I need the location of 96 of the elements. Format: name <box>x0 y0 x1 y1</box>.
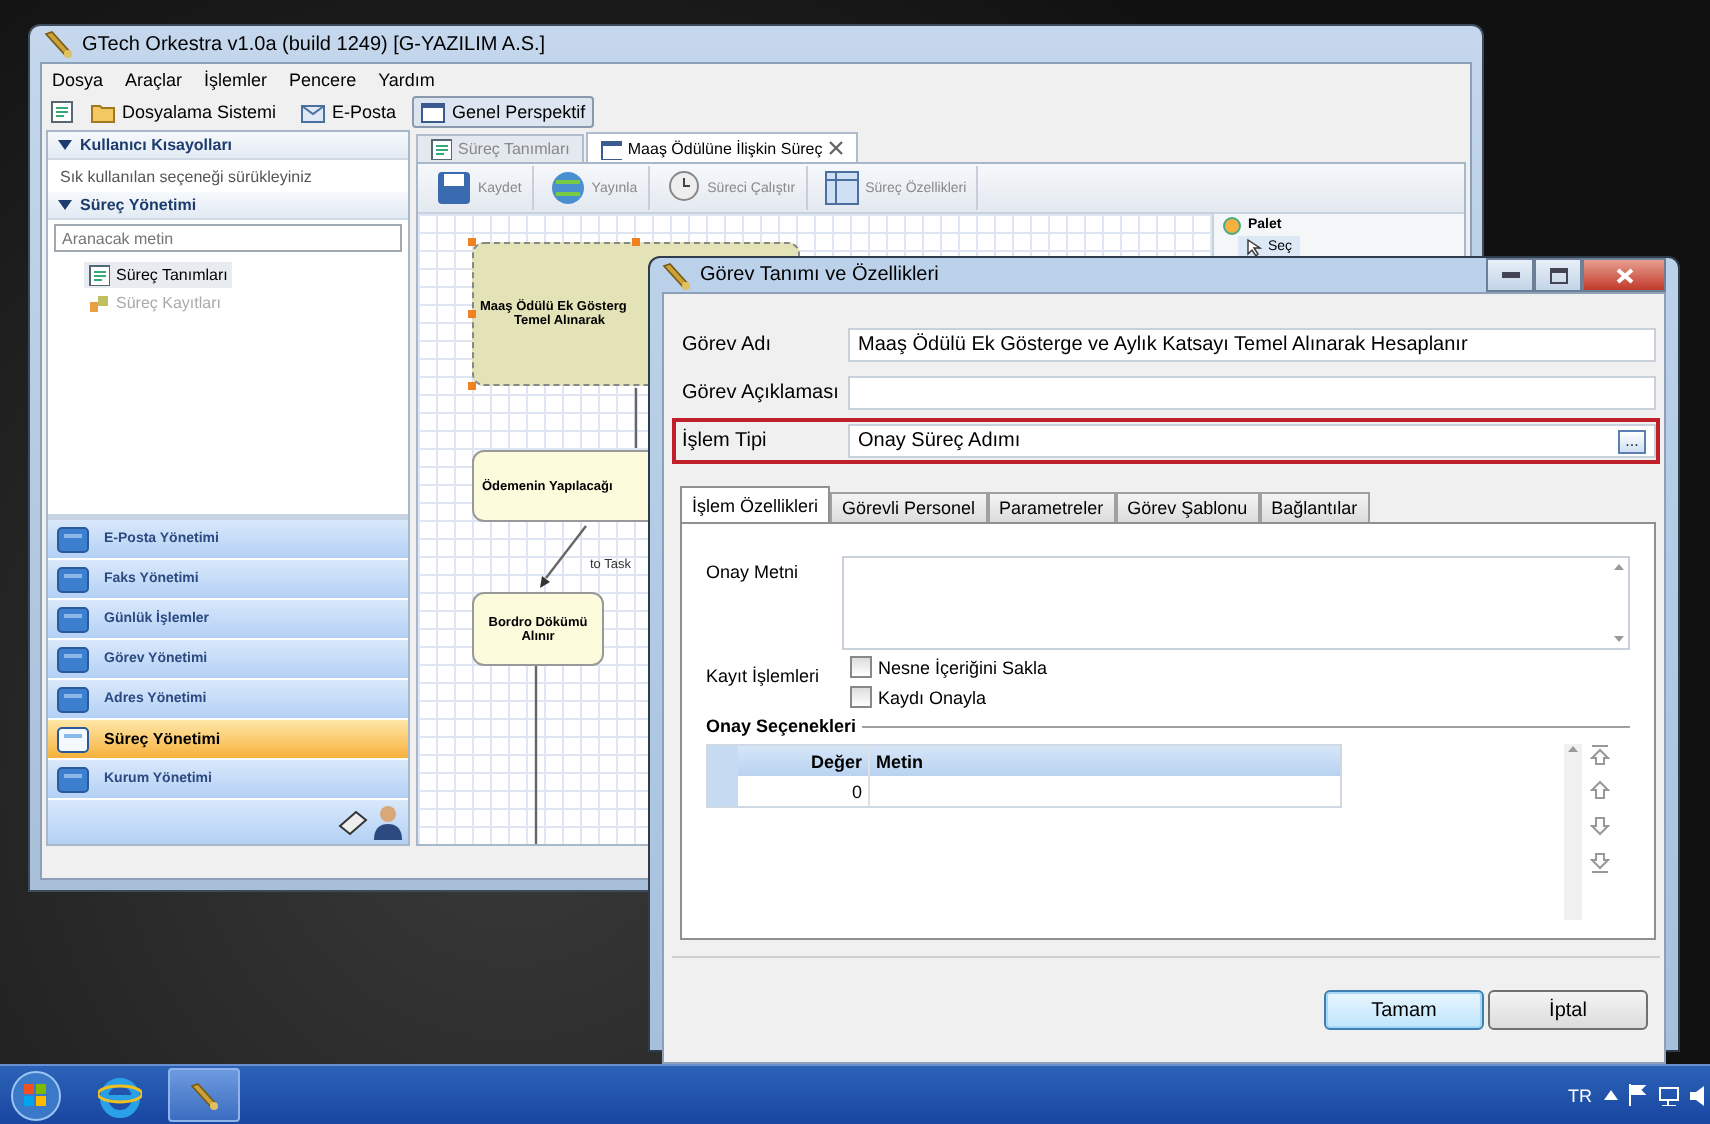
hint-text: Sık kullanılan seçeneği sürükleyiniz <box>58 166 314 190</box>
move-up-icon[interactable] <box>1590 780 1610 802</box>
horn-icon <box>190 1081 218 1109</box>
window-title: GTech Orkestra v1.0a (build 1249) [G-YAZILIM A.S.] <box>82 33 546 55</box>
up-arrow-icon[interactable] <box>1604 1090 1618 1100</box>
menu-item[interactable]: Pencere <box>289 69 357 89</box>
nav-bar-item[interactable]: Süreç Yönetimi <box>48 720 408 760</box>
windows-logo-icon <box>10 1069 62 1121</box>
checkbox[interactable]: Nesne İçeriğini Sakla <box>850 656 1048 678</box>
table-icon <box>823 170 860 206</box>
field-label: Görev Açıklaması <box>680 382 841 404</box>
text-field[interactable]: Onay Süreç Adımı ... <box>848 424 1656 458</box>
close-icon[interactable] <box>828 140 845 156</box>
flag-icon[interactable] <box>1628 1084 1648 1106</box>
menu-item[interactable]: Yardım <box>378 69 435 89</box>
collapse-icon <box>58 200 72 210</box>
browser-icon <box>98 1073 142 1117</box>
section-title: Süreç Yönetimi <box>80 196 197 214</box>
maximize-button[interactable] <box>1534 258 1582 292</box>
tab[interactable]: Görev Şablonu <box>1115 492 1260 522</box>
toolbar-button[interactable]: Genel Perspektif <box>412 95 594 127</box>
field-label: Görev Adı <box>680 334 773 356</box>
scroll-up-icon <box>1613 564 1623 570</box>
minimize-button[interactable] <box>1486 258 1534 292</box>
scroll-down-icon <box>1613 636 1623 642</box>
section-header[interactable]: Süreç Yönetimi <box>48 192 408 220</box>
text-field[interactable] <box>848 376 1656 410</box>
connector-arrow[interactable] <box>540 525 587 588</box>
globe-icon <box>549 170 586 206</box>
menu-item[interactable]: İşlemler <box>204 69 268 89</box>
section-header[interactable]: Kullanıcı Kısayolları <box>48 132 408 160</box>
collapse-icon <box>58 140 72 150</box>
section-title: Kullanıcı Kısayolları <box>80 136 233 154</box>
tab[interactable]: İşlem Özellikleri <box>680 486 831 522</box>
row-header <box>708 746 738 776</box>
module-icon <box>56 643 92 675</box>
horn-icon <box>44 30 72 58</box>
horn-icon <box>662 261 690 289</box>
palette-icon <box>1222 215 1242 235</box>
resize-handle[interactable] <box>632 238 640 246</box>
close-icon <box>1615 267 1633 283</box>
maximize-icon <box>1549 267 1567 283</box>
dialog-button[interactable]: İptal <box>1488 990 1648 1030</box>
module-icon <box>56 563 92 595</box>
menu-item[interactable]: Araçlar <box>125 69 183 89</box>
folder-icon <box>90 99 116 123</box>
field-label: Kayıt İşlemleri <box>706 664 822 690</box>
scroll-up-icon <box>1568 746 1578 752</box>
editor-tab[interactable]: Maaş Ödülüne İlişkin Süreç <box>585 132 859 162</box>
browse-button[interactable]: ... <box>1618 429 1646 453</box>
connector-line[interactable] <box>634 388 638 448</box>
move-top-icon[interactable] <box>1590 744 1610 766</box>
table-cell: 0 <box>738 776 870 806</box>
field-label: İşlem Tipi <box>680 430 769 452</box>
device-icon[interactable] <box>336 806 368 838</box>
scrollbar[interactable] <box>1564 744 1582 920</box>
envelope-icon <box>300 99 327 123</box>
resize-handle[interactable] <box>468 238 476 246</box>
dialog-button[interactable]: Tamam <box>1324 990 1484 1030</box>
move-down-icon[interactable] <box>1590 816 1610 838</box>
language-indicator[interactable]: TR <box>1568 1085 1592 1105</box>
tab[interactable]: Parametreler <box>987 492 1116 522</box>
network-icon[interactable] <box>1658 1085 1680 1105</box>
speaker-icon[interactable] <box>1690 1085 1706 1105</box>
module-icon <box>56 523 92 555</box>
window-icon <box>420 99 447 123</box>
search-field[interactable]: Aranacak metin <box>54 224 402 252</box>
document-icon[interactable] <box>50 99 74 123</box>
minimize-icon <box>1501 272 1519 278</box>
menu-item[interactable]: Dosya <box>52 69 104 89</box>
document-icon <box>88 264 110 286</box>
move-bottom-icon[interactable] <box>1590 852 1610 874</box>
resize-handle[interactable] <box>468 382 476 390</box>
column-header[interactable]: Değer <box>738 746 870 776</box>
pointer-icon <box>1246 238 1262 256</box>
tree-item[interactable]: Süreç Tanımları <box>84 262 232 288</box>
module-icon <box>56 723 92 755</box>
app-button[interactable] <box>168 1068 240 1122</box>
resize-handle[interactable] <box>468 310 476 318</box>
section-title: Onay Seçenekleri <box>706 716 857 736</box>
module-icon <box>56 763 92 795</box>
close-button[interactable] <box>1582 258 1666 292</box>
module-icon <box>56 603 92 635</box>
tab[interactable]: Görevli Personel <box>830 492 988 522</box>
field-label: Onay Metni <box>706 560 801 586</box>
user-icon[interactable] <box>374 804 402 840</box>
blocks-icon <box>88 292 110 314</box>
column-header[interactable]: Metin <box>870 746 1340 776</box>
floppy-icon <box>436 170 472 206</box>
clock-icon <box>665 170 702 206</box>
toolbar-button[interactable]: E-Posta <box>292 95 405 127</box>
tab[interactable]: Bağlantılar <box>1259 492 1370 522</box>
text-field[interactable]: Maaş Ödülü Ek Gösterge ve Aylık Katsayı Temel Alınarak Hesaplanır <box>848 328 1656 362</box>
module-icon <box>56 683 92 715</box>
toolbar-button[interactable]: Dosyalama Sistemi <box>82 95 285 127</box>
checkbox[interactable]: Kaydı Onayla <box>850 686 1048 708</box>
